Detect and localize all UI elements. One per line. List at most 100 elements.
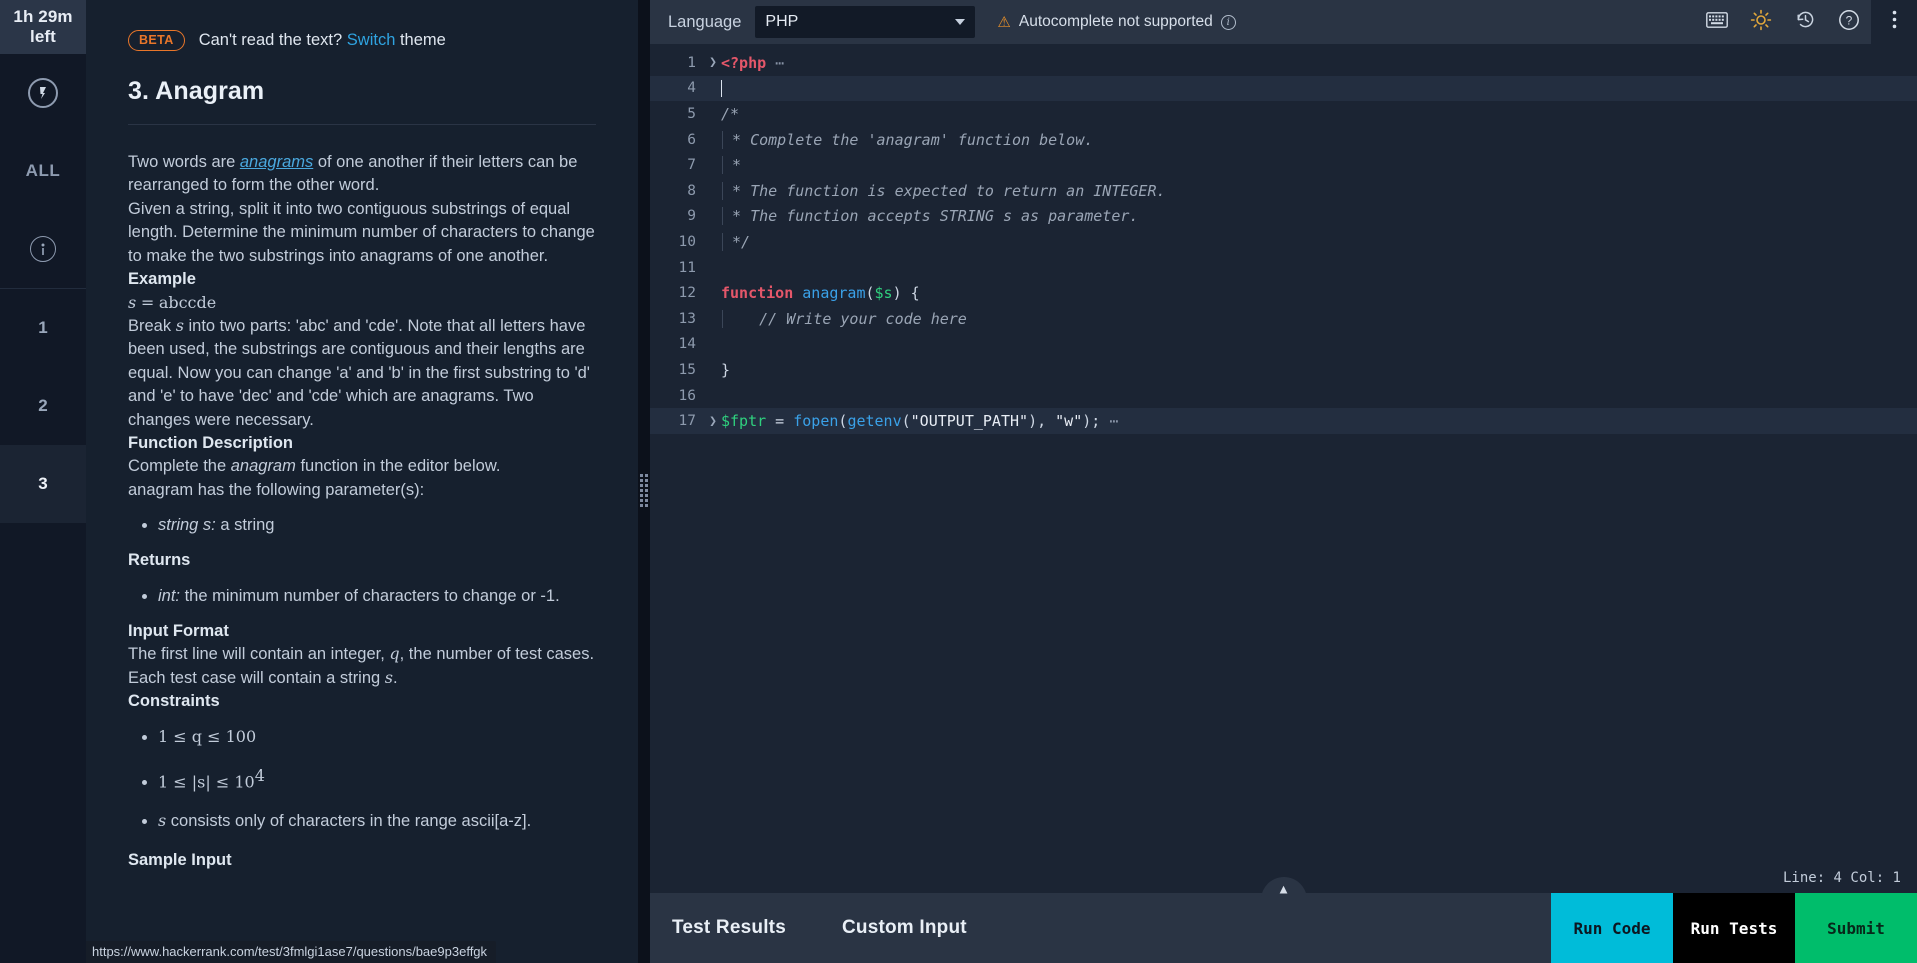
code-line[interactable]: 4 — [650, 75, 1917, 102]
fold-arrow-icon[interactable]: ❯ — [705, 414, 721, 429]
fold-arrow-icon[interactable]: ❯ — [705, 55, 721, 70]
code-text: /* — [721, 105, 739, 123]
fd-prefix: Complete the — [128, 457, 231, 476]
more-options-button[interactable] — [1871, 0, 1917, 44]
beta-badge: BETA — [128, 30, 185, 51]
rail-question-1-label: 1 — [38, 318, 48, 337]
code-editor[interactable]: 1 ❯ <?php ⋯ 4 5/* 6 * Complete the 'anagram' … — [650, 44, 1917, 863]
timer-remaining: 1h 29m left — [0, 0, 86, 54]
return-desc: the minimum number of characters to chan… — [180, 586, 560, 605]
tab-custom-input[interactable]: Custom Input — [842, 917, 967, 939]
code-line[interactable]: 13 // Write your code here — [650, 306, 1917, 332]
rail-question-2[interactable]: 2 — [0, 367, 86, 445]
pane-splitter-handle[interactable] — [638, 0, 650, 963]
code-line[interactable]: 6 * Complete the 'anagram' function belo… — [650, 127, 1917, 153]
chevron-up-icon: ▲ — [1279, 882, 1288, 897]
param-desc: a string — [215, 516, 275, 535]
if-prefix: The first line will contain an integer, — [128, 645, 390, 664]
paragraph-task: Given a string, split it into two contig… — [128, 199, 595, 265]
line-number: 6 — [687, 131, 696, 148]
code-token: $fptr — [721, 412, 767, 431]
fd-suffix: function in the editor below. — [295, 457, 501, 476]
example-var: s — [128, 292, 137, 312]
example-expl-suffix: into two parts: 'abc' and 'cde'. Note th… — [128, 316, 590, 429]
switch-theme-link[interactable]: Switch — [347, 31, 396, 49]
code-line[interactable]: 12 function anagram($s) { — [650, 280, 1917, 306]
bottom-tabs: Test Results Custom Input — [650, 893, 967, 963]
rail-item-all[interactable]: ALL — [0, 132, 86, 210]
line-number: 10 — [678, 233, 696, 250]
code-line[interactable]: 1 ❯ <?php ⋯ — [650, 50, 1917, 76]
code-token: ⋯ — [766, 53, 785, 72]
line-number: 15 — [678, 361, 696, 378]
submit-button[interactable]: Submit — [1795, 893, 1917, 963]
list-item: 1 ≤ q ≤ 100 — [158, 726, 596, 749]
code-line[interactable]: 8 * The function is expected to return a… — [650, 178, 1917, 204]
collapse-panel-button[interactable]: ▲ — [1260, 877, 1307, 907]
keyboard-shortcuts-button[interactable] — [1695, 0, 1739, 44]
code-token: = — [766, 412, 794, 431]
code-text: * — [722, 156, 742, 175]
text-cursor — [721, 80, 722, 98]
tab-test-results[interactable]: Test Results — [672, 917, 786, 939]
hackerrank-logo-icon — [28, 78, 58, 108]
paragraph-example-explanation: Break s into two parts: 'abc' and 'cde'.… — [128, 315, 596, 432]
brightness-toggle-button[interactable] — [1739, 0, 1783, 44]
parameters-list: string s: a string — [128, 514, 596, 537]
example-equation: s = abccde — [128, 292, 596, 315]
example-value: abccde — [158, 292, 217, 312]
code-text: } — [721, 361, 730, 379]
line-number: 1 — [687, 54, 696, 71]
editor-toolbar-actions: ? — [1695, 0, 1917, 44]
hackerrank-logo-button[interactable] — [0, 54, 86, 132]
code-text: * The function is expected to return an … — [722, 181, 1166, 200]
brightness-icon — [1750, 9, 1772, 36]
info-circle-icon — [30, 236, 56, 262]
code-token: ( — [865, 284, 875, 303]
code-line[interactable]: 7 * — [650, 152, 1917, 178]
code-line[interactable]: 9 * The function accepts STRING s as par… — [650, 204, 1917, 230]
history-button[interactable] — [1783, 0, 1827, 44]
rail-question-3[interactable]: 3 — [0, 445, 86, 523]
code-text: $fptr = fopen(getenv("OUTPUT_PATH"), "w"… — [721, 412, 1118, 430]
code-line[interactable]: 14 — [650, 332, 1917, 358]
info-circle-icon[interactable]: i — [1220, 14, 1236, 30]
constraint-3-text: consists only of characters in the range… — [166, 812, 532, 831]
problem-body: Two words are anagrams of one another if… — [128, 151, 596, 873]
code-token: */ — [723, 232, 751, 251]
code-token: ( — [901, 412, 911, 431]
code-line[interactable]: 16 — [650, 383, 1917, 409]
code-token: // Write your code here — [723, 309, 967, 328]
code-token: fopen — [793, 412, 839, 431]
code-line[interactable]: 5 /* — [650, 101, 1917, 127]
run-code-button[interactable]: Run Code — [1551, 893, 1673, 963]
chevron-down-icon — [955, 19, 966, 25]
code-token: * — [723, 156, 742, 175]
problem-statement-scroll[interactable]: BETA Can't read the text? Switch theme 3… — [86, 0, 638, 963]
input-format-line2: Each test case will contain a string s. — [128, 667, 596, 690]
code-token: /* — [721, 104, 740, 123]
list-item: int: the minimum number of characters to… — [158, 585, 596, 608]
autocomplete-warning: ⚠ Autocomplete not supported i — [997, 13, 1236, 31]
rail-question-1[interactable]: 1 — [0, 289, 86, 367]
theme-switch-suffix: theme — [395, 31, 446, 49]
timer-line-2: left — [30, 27, 56, 46]
code-text: */ — [722, 232, 751, 251]
rail-item-info[interactable] — [0, 210, 86, 288]
editor-toolbar: Language PHP ⚠ Autocomplete not supporte… — [650, 0, 1917, 44]
code-text — [721, 79, 722, 98]
code-line[interactable]: 15} — [650, 357, 1917, 383]
line-number: 7 — [687, 157, 696, 174]
history-icon — [1795, 9, 1816, 35]
language-select[interactable]: PHP — [755, 6, 976, 38]
help-button[interactable]: ? — [1827, 0, 1871, 44]
paragraph-definition: Two words are anagrams of one another if… — [128, 151, 596, 198]
bottom-actions: Run Code Run Tests Submit — [1551, 893, 1917, 963]
line-number: 11 — [678, 259, 696, 276]
code-line[interactable]: 11 — [650, 255, 1917, 281]
language-label: Language — [668, 12, 742, 31]
run-tests-button[interactable]: Run Tests — [1673, 893, 1795, 963]
code-line[interactable]: 10 */ — [650, 229, 1917, 255]
anagrams-link[interactable]: anagrams — [240, 153, 313, 171]
code-line[interactable]: 17 ❯ $fptr = fopen(getenv("OUTPUT_PATH"), … — [650, 408, 1917, 434]
